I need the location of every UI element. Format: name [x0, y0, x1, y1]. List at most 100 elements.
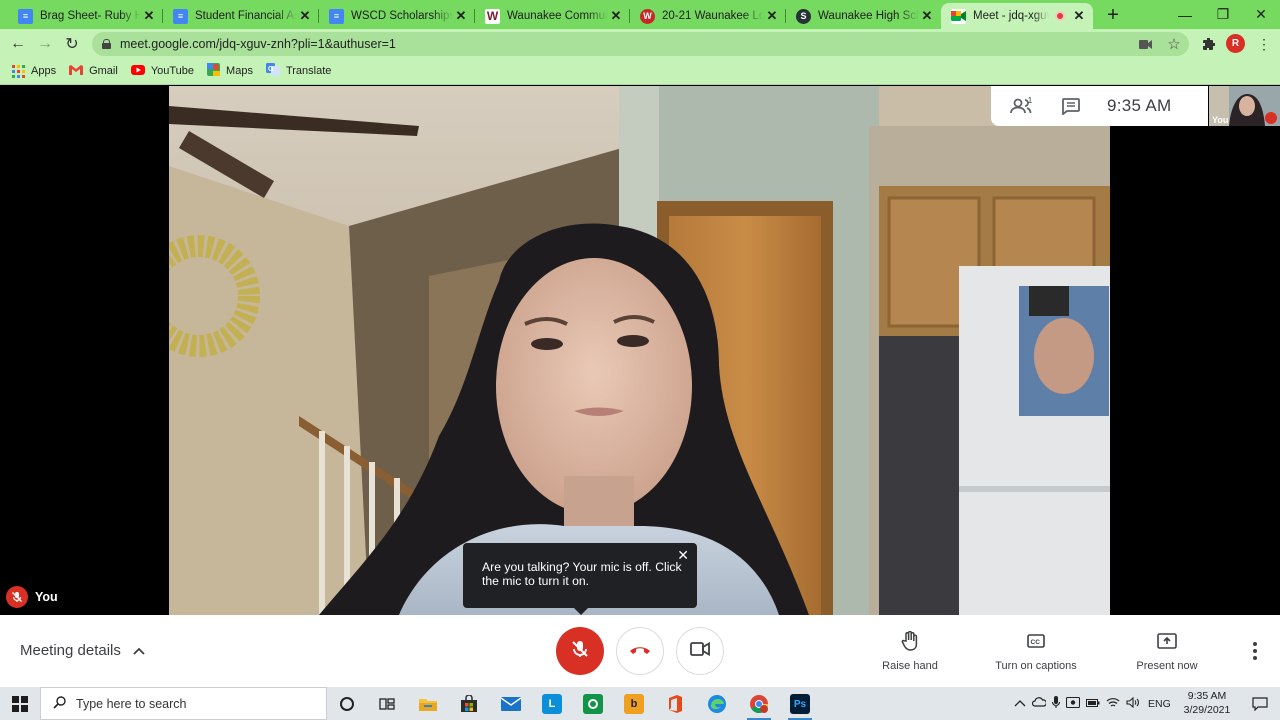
present-screen-icon [1157, 629, 1177, 653]
office-icon[interactable] [655, 690, 695, 718]
profile-avatar[interactable]: R [1226, 34, 1245, 53]
lockdown-browser-icon[interactable]: L [532, 690, 572, 718]
tab-brag-sheet[interactable]: ≡ Brag Sheet- Ruby Hansen ✕ [8, 3, 163, 29]
forward-button[interactable]: → [33, 32, 57, 56]
video-camera-icon [690, 641, 710, 661]
hand-icon [901, 629, 919, 653]
browser-tab-strip: ≡ Brag Sheet- Ruby Hansen ✕ ≡ Student Fi… [0, 0, 1280, 29]
show-hidden-icons-icon[interactable] [1014, 698, 1026, 710]
bookmark-star-icon[interactable]: ☆ [1164, 32, 1184, 56]
closed-captions-icon: CC [1027, 629, 1045, 653]
close-icon[interactable]: ✕ [1071, 8, 1087, 24]
chrome-taskbar-icon[interactable] [739, 690, 779, 720]
w-circle-icon: W [640, 8, 655, 24]
self-view-label: You [1212, 115, 1229, 125]
task-view-icon[interactable] [367, 690, 407, 718]
camera-in-use-icon[interactable] [1135, 32, 1155, 56]
windows-start-icon[interactable] [12, 696, 28, 712]
google-docs-icon: ≡ [329, 8, 344, 24]
taskbar-search-box[interactable]: Type here to search [40, 687, 327, 720]
microsoft-store-icon[interactable] [449, 690, 489, 718]
battery-icon[interactable] [1086, 698, 1100, 710]
bookmark-youtube[interactable]: YouTube [130, 64, 194, 78]
camera-toggle-button[interactable] [676, 627, 724, 675]
participant-name-tag: You [6, 586, 58, 608]
raise-hand-button[interactable]: Raise hand [880, 629, 940, 672]
meeting-clock: 9:35 AM [1107, 96, 1172, 115]
close-icon[interactable]: ✕ [677, 548, 689, 562]
captions-button[interactable]: CC Turn on captions [990, 629, 1082, 672]
participant-video [169, 86, 1110, 615]
photoshop-icon[interactable]: Ps [780, 690, 820, 720]
tab-waunakee-local[interactable]: W 20-21 Waunakee Local ✕ [630, 3, 786, 29]
taskbar-date: 3/29/2021 [1183, 704, 1231, 716]
close-icon[interactable]: ✕ [297, 8, 313, 24]
volume-icon[interactable] [1126, 696, 1140, 711]
microphone-in-use-icon[interactable] [1051, 695, 1061, 712]
windows-taskbar: Type here to search L b Ps ENG 9:35 AM 3… [0, 687, 1280, 720]
self-view-tile[interactable]: You [1209, 86, 1280, 126]
back-button[interactable]: ← [6, 32, 30, 56]
notifications-icon[interactable] [1240, 690, 1280, 718]
apps-grid-icon [12, 64, 25, 78]
search-placeholder: Type here to search [76, 696, 187, 711]
mic-off-tooltip: Are you talking? Your mic is off. Click … [463, 543, 697, 615]
taskbar-time: 9:35 AM [1187, 690, 1227, 702]
app-green-icon[interactable] [573, 690, 613, 718]
reload-button[interactable]: ↻ [60, 32, 84, 56]
app-orange-icon[interactable]: b [614, 690, 654, 718]
mail-icon[interactable] [491, 690, 531, 718]
meeting-details-label: Meeting details [20, 642, 121, 659]
tab-wscd-scholarships[interactable]: ≡ WSCD Scholarships Bank ✕ [319, 3, 475, 29]
file-explorer-icon[interactable] [408, 690, 448, 718]
participants-icon[interactable]: 1 [1001, 86, 1041, 126]
cortana-icon[interactable] [327, 690, 367, 718]
bookmark-translate[interactable]: G Translate [265, 63, 331, 79]
onedrive-icon[interactable] [1031, 697, 1047, 710]
wifi-icon[interactable] [1106, 697, 1120, 711]
leave-call-button[interactable] [616, 627, 664, 675]
close-icon[interactable]: ✕ [608, 8, 624, 24]
meeting-details-button[interactable]: Meeting details [20, 642, 145, 659]
address-bar[interactable]: meet.google.com/jdq-xguv-znh?pli=1&authu… [92, 32, 1189, 56]
minimize-button[interactable]: — [1166, 0, 1204, 29]
close-icon[interactable]: ✕ [453, 8, 469, 24]
more-options-button[interactable] [1246, 639, 1264, 663]
url-text: meet.google.com/jdq-xguv-znh?pli=1&authu… [120, 37, 396, 51]
captions-label: Turn on captions [995, 660, 1077, 672]
mic-off-indicator-icon [1265, 112, 1277, 124]
taskbar-clock[interactable]: 9:35 AM 3/29/2021 [1172, 689, 1242, 717]
youtube-icon [130, 64, 145, 78]
meeting-info-panel: 1 9:35 AM [991, 86, 1208, 126]
meeting-controls-bar: Meeting details Raise hand CC Turn on ca… [0, 615, 1280, 687]
participant-count-badge: 1 [1027, 95, 1033, 105]
tab-waunakee-high-school[interactable]: S Waunakee High School ✕ [786, 3, 941, 29]
close-icon[interactable]: ✕ [141, 8, 157, 24]
tab-waunakee-community[interactable]: W Waunakee Community ✕ [475, 3, 630, 29]
search-icon [53, 695, 66, 712]
w-logo-icon: W [485, 8, 500, 24]
webcam-in-use-icon[interactable] [1065, 696, 1081, 711]
svg-text:CC: CC [1031, 639, 1041, 646]
tab-meet[interactable]: Meet - jdq-xguv-znh ✕ [941, 3, 1093, 29]
bookmark-apps[interactable]: Apps [12, 64, 56, 78]
gmail-icon [69, 64, 84, 78]
new-tab-button[interactable]: + [1102, 4, 1124, 26]
participant-name: You [35, 590, 58, 604]
microphone-toggle-button[interactable] [556, 627, 604, 675]
close-icon[interactable]: ✕ [919, 8, 935, 24]
chrome-menu-icon[interactable]: ⋮ [1252, 32, 1276, 56]
present-now-button[interactable]: Present now [1134, 629, 1200, 672]
bookmark-gmail[interactable]: Gmail [69, 64, 118, 78]
extensions-icon[interactable] [1197, 32, 1221, 56]
tab-student-financial[interactable]: ≡ Student Financial Assistance ✕ [163, 3, 319, 29]
restore-button[interactable]: ❐ [1204, 0, 1242, 29]
close-icon[interactable]: ✕ [764, 8, 780, 24]
chat-icon[interactable] [1051, 86, 1091, 126]
edge-icon[interactable] [697, 690, 737, 718]
language-indicator[interactable]: ENG [1148, 698, 1171, 710]
tooltip-text: Are you talking? Your mic is off. Click … [482, 560, 682, 588]
window-close-button[interactable]: ✕ [1242, 0, 1280, 29]
bookmark-maps[interactable]: Maps [207, 63, 253, 79]
mic-off-icon [6, 586, 28, 608]
